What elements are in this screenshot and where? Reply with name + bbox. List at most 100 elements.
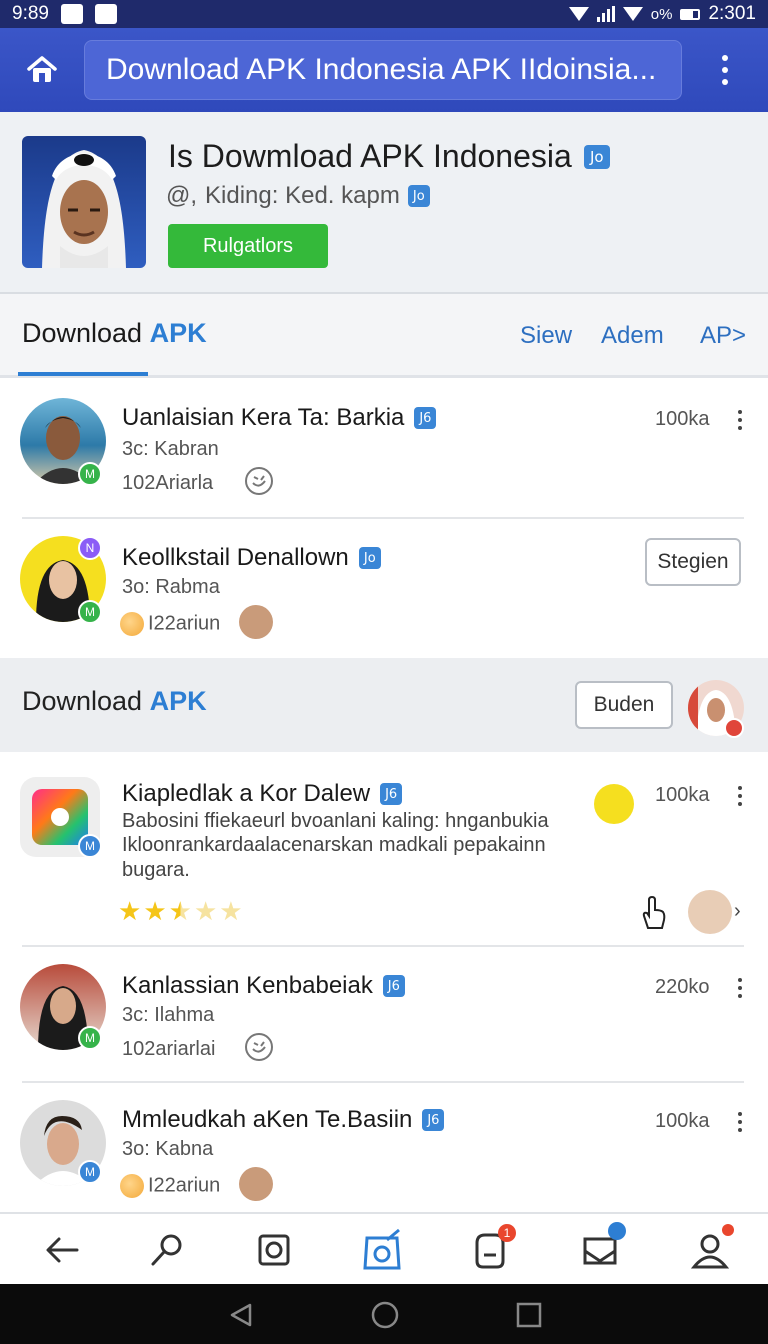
app-list-item[interactable]: M Kiapledlak a Kor Dalew J6 Babosini ffi…	[0, 752, 768, 946]
list-item[interactable]: M Mmleudkah aKen Te.Basiin J6 3o: Kabna …	[0, 1082, 768, 1212]
item-name-text: Uanlaisian Kera Ta: Barkia	[122, 404, 405, 431]
status-badge-icon	[724, 718, 744, 738]
mini-avatar	[239, 1167, 273, 1201]
tab-siew[interactable]: Siew	[520, 322, 572, 350]
system-recents-icon[interactable]	[516, 1302, 542, 1328]
more-vertical-icon[interactable]	[736, 1112, 744, 1132]
home-button[interactable]	[0, 28, 84, 112]
chevron-right-icon[interactable]: ›	[734, 900, 741, 923]
item-count: 220ko	[655, 976, 710, 998]
system-navigation	[0, 1284, 768, 1344]
profile-header: Is Dowmload APK Indonesia Jo @, Kiding: …	[0, 112, 768, 294]
star-icon: ★	[219, 897, 243, 927]
verified-badge-icon: Jo	[358, 547, 381, 569]
tab-bar: Download APK Siew Adem AP>	[0, 294, 768, 378]
item-name-text: Mmleudkah aKen Te.Basiin	[122, 1106, 413, 1133]
verified-badge-icon: Jo	[407, 185, 430, 207]
verified-badge-icon: M	[78, 1160, 102, 1184]
profile-subtitle: @, Kiding: Ked. kapm Jo	[166, 182, 430, 210]
item-meta-text: I22ariun	[148, 612, 221, 635]
more-vertical-icon[interactable]	[736, 786, 744, 806]
more-vertical-icon[interactable]	[682, 28, 768, 112]
coin-icon	[120, 612, 144, 636]
inbox-icon[interactable]	[578, 1222, 626, 1272]
item-subtitle: 3c: Kabran	[122, 438, 219, 460]
app-description-line: Ikloonrankardaalacenarskan madkali pepak…	[122, 834, 546, 856]
item-meta: I22ariun	[120, 612, 220, 636]
online-badge-icon: M	[78, 462, 102, 486]
verified-badge-icon: J6	[382, 975, 405, 997]
app-name: Kiapledlak a Kor Dalew J6	[122, 780, 403, 808]
profile-subtitle-text: Kiding: Ked. kapm	[205, 182, 400, 209]
item-meta: 102Ariarla	[122, 472, 214, 494]
coin-icon	[120, 1174, 144, 1198]
app-name-text: Kiapledlak a Kor Dalew	[122, 780, 371, 807]
tab-label: Download	[22, 318, 143, 348]
emoji-reaction-icon[interactable]	[244, 466, 274, 496]
section-header: Download APK Buden	[0, 658, 768, 752]
verified-badge-icon: Jo	[583, 144, 610, 169]
url-bar[interactable]: Download APK Indonesia APK IIdoinsia...	[84, 40, 682, 100]
app-description-line: bugara.	[122, 859, 190, 881]
item-name-text: Keollkstail Denallown	[122, 544, 349, 571]
section-button[interactable]: Buden	[575, 681, 673, 729]
item-meta: 102ariarlai	[122, 1038, 216, 1060]
tab-download-apk[interactable]: Download APK	[22, 318, 207, 349]
url-text: Download APK Indonesia APK IIdoinsia...	[106, 53, 657, 86]
more-vertical-icon[interactable]	[736, 410, 744, 430]
mini-avatar	[239, 605, 273, 639]
mini-avatar	[594, 784, 634, 824]
profile-photo	[22, 136, 146, 268]
verified-badge-icon: J6	[422, 1109, 445, 1131]
tab-adem[interactable]: Adem	[601, 322, 664, 350]
item-count: 100ka	[655, 1110, 710, 1132]
network-label: o%	[650, 5, 673, 23]
page-title: Is Dowmload APK Indonesia Jo	[168, 138, 610, 175]
action-button[interactable]: Stegien	[645, 538, 741, 586]
item-name-text: Kanlassian Kenbabeiak	[122, 972, 373, 999]
primary-action-button[interactable]: Rulgatlors	[168, 224, 328, 268]
wifi-icon	[622, 7, 643, 21]
search-icon[interactable]	[145, 1228, 189, 1272]
back-arrow-icon[interactable]	[40, 1228, 84, 1272]
notification-icon[interactable]: 1	[468, 1224, 516, 1272]
item-name: Kanlassian Kenbabeiak J6	[122, 972, 405, 1000]
online-badge-icon: M	[78, 1026, 102, 1050]
notification-dot	[722, 1224, 734, 1236]
list-item[interactable]: M Kanlassian Kenbabeiak J6 3c: Ilahma 10…	[0, 946, 768, 1082]
list-item[interactable]: N M Keollkstail Denallown Jo 3o: Rabma I…	[0, 518, 768, 658]
notification-badge: 1	[498, 1224, 516, 1242]
item-subtitle: 3o: Kabna	[122, 1138, 214, 1160]
item-meta-text: I22ariun	[148, 1174, 221, 1197]
item-subtitle: 3o: Rabma	[122, 576, 220, 598]
app-bar: Download APK Indonesia APK IIdoinsia...	[0, 28, 768, 112]
star-icon: ★	[143, 897, 167, 927]
hand-pointer-icon[interactable]	[638, 896, 668, 930]
camera-edit-icon[interactable]	[360, 1228, 404, 1272]
at-icon: @,	[166, 182, 198, 209]
more-vertical-icon[interactable]	[736, 978, 744, 998]
list-item[interactable]: M Uanlaisian Kera Ta: Barkia J6 3c: Kabr…	[0, 378, 768, 518]
signal-icon	[596, 6, 615, 22]
emoji-reaction-icon[interactable]	[244, 1032, 274, 1062]
section-title: Download APK	[22, 686, 207, 717]
tab-label-accent: APK	[149, 318, 207, 348]
status-time-left: 9:89	[12, 3, 49, 24]
verified-badge-icon: M	[78, 834, 102, 858]
app-count: 100ka	[655, 784, 710, 806]
bottom-navigation: 1	[0, 1212, 768, 1284]
profile-icon[interactable]	[688, 1224, 734, 1272]
system-back-icon[interactable]	[228, 1302, 254, 1328]
item-name: Mmleudkah aKen Te.Basiin J6	[122, 1106, 445, 1134]
system-home-icon[interactable]	[371, 1301, 399, 1329]
section-title-accent: APK	[149, 686, 207, 716]
mini-avatar[interactable]	[688, 890, 732, 934]
item-meta: I22ariun	[120, 1174, 220, 1198]
star-icon: ★	[193, 897, 218, 927]
tab-ap[interactable]: AP>	[700, 322, 746, 350]
star-icon: ★	[118, 897, 142, 927]
verified-badge-icon: J6	[414, 407, 437, 429]
square-icon[interactable]	[252, 1228, 296, 1272]
new-indicator-dot	[608, 1222, 626, 1240]
page-title-text: Is Dowmload APK Indonesia	[168, 138, 572, 174]
